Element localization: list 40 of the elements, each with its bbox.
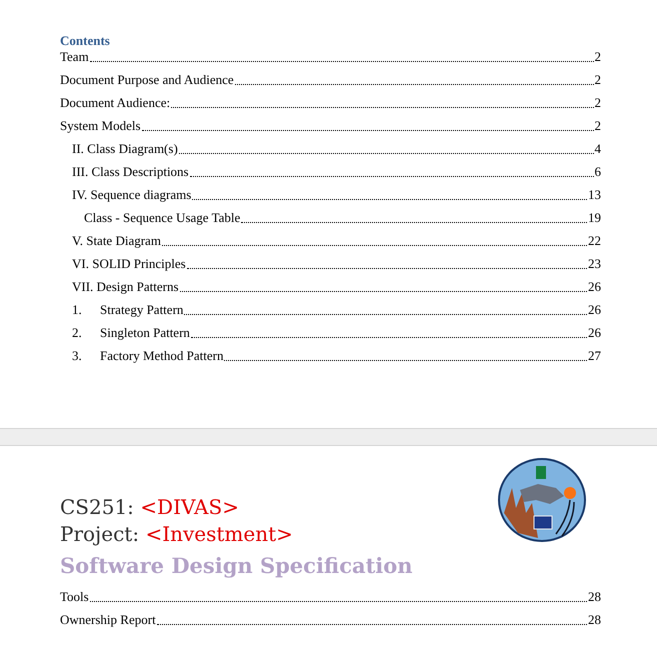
- toc-entry[interactable]: System Models: [60, 116, 141, 135]
- page-number: 2: [594, 70, 601, 88]
- course-line: CS251: <DIVAS>: [60, 494, 240, 521]
- item-number: 1.: [72, 300, 83, 318]
- item-number: 2.: [72, 324, 83, 342]
- toc-entry[interactable]: Team: [60, 46, 89, 66]
- page-number: 22: [588, 232, 601, 250]
- page-number: 19: [588, 208, 601, 226]
- contents-heading: Contents: [60, 33, 111, 49]
- toc-entry[interactable]: IV. Sequence diagrams: [72, 184, 192, 204]
- project-line: Project: <Investment>: [60, 521, 293, 548]
- page-number: 27: [588, 346, 601, 364]
- page-number: 2: [594, 94, 601, 112]
- toc-entry[interactable]: III. Class Descriptions: [72, 162, 189, 181]
- page-number: 4: [594, 140, 601, 158]
- toc-entry[interactable]: Document Audience:: [60, 92, 170, 112]
- toc-entry[interactable]: Document Purpose and Audience: [60, 70, 234, 89]
- page-number: 26: [588, 324, 601, 342]
- toc-entry[interactable]: V. State Diagram: [72, 230, 161, 250]
- page-number: 2: [594, 48, 601, 66]
- toc-entry[interactable]: VI. SOLID Principles: [72, 254, 186, 273]
- logo-icon: [498, 458, 586, 542]
- item-number: 3.: [72, 346, 83, 364]
- page-number: 13: [588, 186, 601, 204]
- page-number: 26: [588, 278, 601, 296]
- toc-entry[interactable]: Singleton Pattern: [100, 322, 190, 342]
- page-number: 28: [588, 588, 601, 606]
- toc-entry[interactable]: Ownership Report: [60, 610, 156, 629]
- page-number: 23: [588, 254, 601, 272]
- toc-entry[interactable]: II. Class Diagram(s): [72, 138, 178, 158]
- page-number: 2: [594, 116, 601, 134]
- toc-entry[interactable]: Class - Sequence Usage Table: [84, 208, 240, 227]
- page-number: 26: [588, 300, 601, 318]
- page-number: 28: [588, 610, 601, 628]
- toc-entry[interactable]: Factory Method Pattern: [100, 346, 224, 365]
- toc-entry[interactable]: Tools: [60, 586, 89, 606]
- toc-entry[interactable]: VII. Design Patterns: [72, 276, 179, 296]
- document-title: Software Design Specification: [60, 552, 414, 580]
- page-number: 6: [594, 162, 601, 180]
- toc-entry[interactable]: Strategy Pattern: [100, 300, 184, 319]
